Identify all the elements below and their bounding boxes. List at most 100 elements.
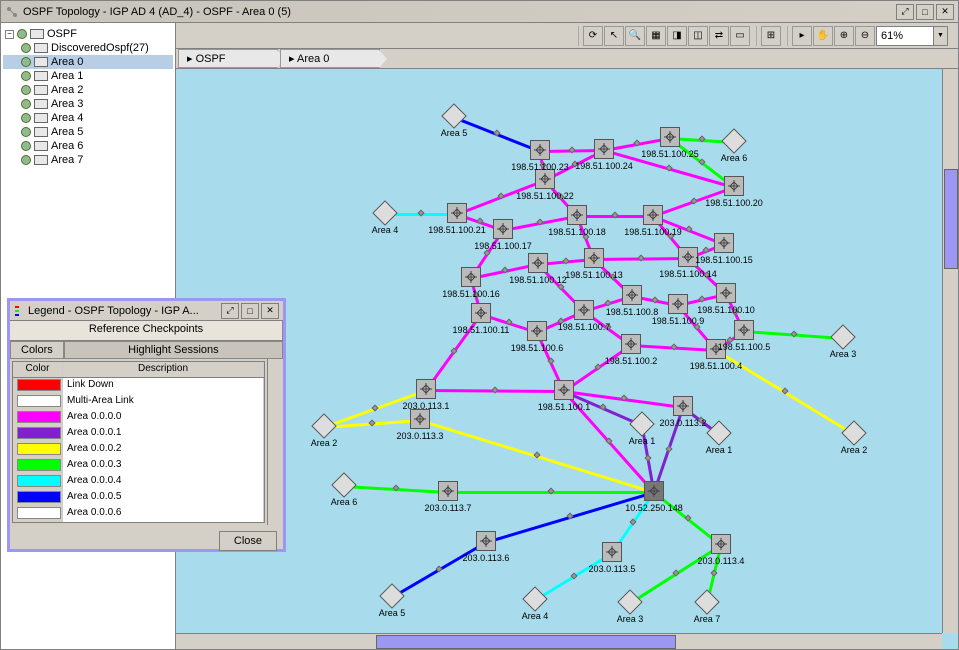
router-node[interactable]: [668, 294, 688, 314]
legend-row[interactable]: Area 0.0.0.6: [13, 506, 264, 522]
area-node[interactable]: [441, 103, 466, 128]
legend-row[interactable]: Area 0.0.0.2: [13, 442, 264, 458]
router-node[interactable]: [734, 320, 754, 340]
area-node[interactable]: [841, 420, 866, 445]
legend-row[interactable]: Area 0.0.0.1: [13, 426, 264, 442]
link-button[interactable]: ⇄: [709, 26, 729, 46]
router-node[interactable]: [461, 267, 481, 287]
router-node[interactable]: [643, 205, 663, 225]
window-button[interactable]: ▭: [730, 26, 750, 46]
collapse-icon[interactable]: −: [5, 30, 14, 39]
router-node[interactable]: [678, 247, 698, 267]
legend-row[interactable]: Area 0.0.0.5: [13, 490, 264, 506]
router-node[interactable]: [711, 534, 731, 554]
pointer-button[interactable]: ↖: [604, 26, 624, 46]
router-node[interactable]: [716, 283, 736, 303]
area-node[interactable]: [629, 411, 654, 436]
area-node[interactable]: [617, 589, 642, 614]
legend-close-button[interactable]: ✕: [261, 303, 279, 319]
layout2-button[interactable]: ◨: [667, 26, 687, 46]
router-node[interactable]: [594, 139, 614, 159]
legend-row[interactable]: Multi-Area Link: [13, 394, 264, 410]
router-node[interactable]: [724, 176, 744, 196]
router-node[interactable]: [528, 253, 548, 273]
select-button[interactable]: ▸: [792, 26, 812, 46]
legend-window[interactable]: Legend - OSPF Topology - IGP A... ⤢ □ ✕ …: [7, 298, 286, 552]
tree-item-discoveredospf-27-[interactable]: DiscoveredOspf(27): [3, 41, 173, 55]
router-node[interactable]: [644, 481, 664, 501]
tree-item-area-3[interactable]: Area 3: [3, 97, 173, 111]
breadcrumb-ospf[interactable]: ▸ OSPF: [178, 49, 278, 68]
router-node[interactable]: [527, 321, 547, 341]
area-node[interactable]: [694, 589, 719, 614]
router-node[interactable]: [706, 339, 726, 359]
router-node[interactable]: [567, 205, 587, 225]
tree-item-area-5[interactable]: Area 5: [3, 125, 173, 139]
tree-item-area-6[interactable]: Area 6: [3, 139, 173, 153]
scrollbar-thumb[interactable]: [944, 169, 958, 269]
pan-button[interactable]: ✋: [813, 26, 833, 46]
area-node[interactable]: [311, 413, 336, 438]
tree-item-area-0[interactable]: Area 0: [3, 55, 173, 69]
legend-maximize-button[interactable]: □: [241, 303, 259, 319]
scrollbar-thumb[interactable]: [376, 635, 676, 649]
router-node[interactable]: [554, 380, 574, 400]
router-node[interactable]: [535, 169, 555, 189]
layout3-button[interactable]: ◫: [688, 26, 708, 46]
area-node[interactable]: [830, 324, 855, 349]
router-node[interactable]: [714, 233, 734, 253]
router-node[interactable]: [673, 396, 693, 416]
router-node[interactable]: [447, 203, 467, 223]
tab-reference-checkpoints[interactable]: Reference Checkpoints: [10, 321, 283, 340]
tree-root[interactable]: − OSPF: [3, 27, 173, 41]
router-node[interactable]: [471, 303, 491, 323]
router-node[interactable]: [574, 300, 594, 320]
router-icon: [531, 325, 543, 337]
area-node[interactable]: [522, 586, 547, 611]
tree-item-area-7[interactable]: Area 7: [3, 153, 173, 167]
area-node[interactable]: [372, 200, 397, 225]
horizontal-scrollbar[interactable]: [176, 633, 942, 649]
router-node[interactable]: [476, 531, 496, 551]
router-node[interactable]: [584, 248, 604, 268]
router-node[interactable]: [622, 285, 642, 305]
tab-highlight-sessions[interactable]: Highlight Sessions: [64, 341, 283, 359]
legend-scrollbar[interactable]: [267, 359, 283, 525]
layout1-button[interactable]: ▦: [646, 26, 666, 46]
close-button[interactable]: Close: [219, 531, 277, 551]
chevron-down-icon[interactable]: ▼: [933, 27, 947, 45]
find-button[interactable]: 🔍: [625, 26, 645, 46]
zoom-dropdown[interactable]: 61% ▼: [876, 26, 948, 46]
router-node[interactable]: [416, 379, 436, 399]
router-node[interactable]: [621, 334, 641, 354]
tab-colors[interactable]: Colors: [10, 341, 64, 359]
router-node[interactable]: [410, 409, 430, 429]
grid-button[interactable]: ⊞: [761, 26, 781, 46]
legend-minimize-button[interactable]: ⤢: [221, 303, 239, 319]
vertical-scrollbar[interactable]: [942, 69, 958, 633]
zoom-out-button[interactable]: ⊖: [855, 26, 875, 46]
area-node[interactable]: [331, 472, 356, 497]
legend-row[interactable]: Link Down: [13, 378, 264, 394]
minimize-window-button[interactable]: ⤢: [896, 4, 914, 20]
legend-row[interactable]: Area 0.0.0.3: [13, 458, 264, 474]
area-node[interactable]: [379, 583, 404, 608]
maximize-window-button[interactable]: □: [916, 4, 934, 20]
zoom-in-button[interactable]: ⊕: [834, 26, 854, 46]
area-node[interactable]: [706, 420, 731, 445]
tree-item-area-2[interactable]: Area 2: [3, 83, 173, 97]
router-node[interactable]: [602, 542, 622, 562]
tree-item-area-1[interactable]: Area 1: [3, 69, 173, 83]
router-node[interactable]: [530, 140, 550, 160]
topology-canvas[interactable]: 198.51.100.1198.51.100.2198.51.100.4198.…: [176, 69, 958, 649]
router-node[interactable]: [493, 219, 513, 239]
legend-row[interactable]: Area 0.0.0.4: [13, 474, 264, 490]
refresh-button[interactable]: ⟳: [583, 26, 603, 46]
router-node[interactable]: [660, 127, 680, 147]
close-window-button[interactable]: ✕: [936, 4, 954, 20]
area-node[interactable]: [721, 128, 746, 153]
tree-item-area-4[interactable]: Area 4: [3, 111, 173, 125]
router-node[interactable]: [438, 481, 458, 501]
legend-row[interactable]: Area 0.0.0.0: [13, 410, 264, 426]
breadcrumb-area0[interactable]: ▸ Area 0: [280, 49, 380, 68]
